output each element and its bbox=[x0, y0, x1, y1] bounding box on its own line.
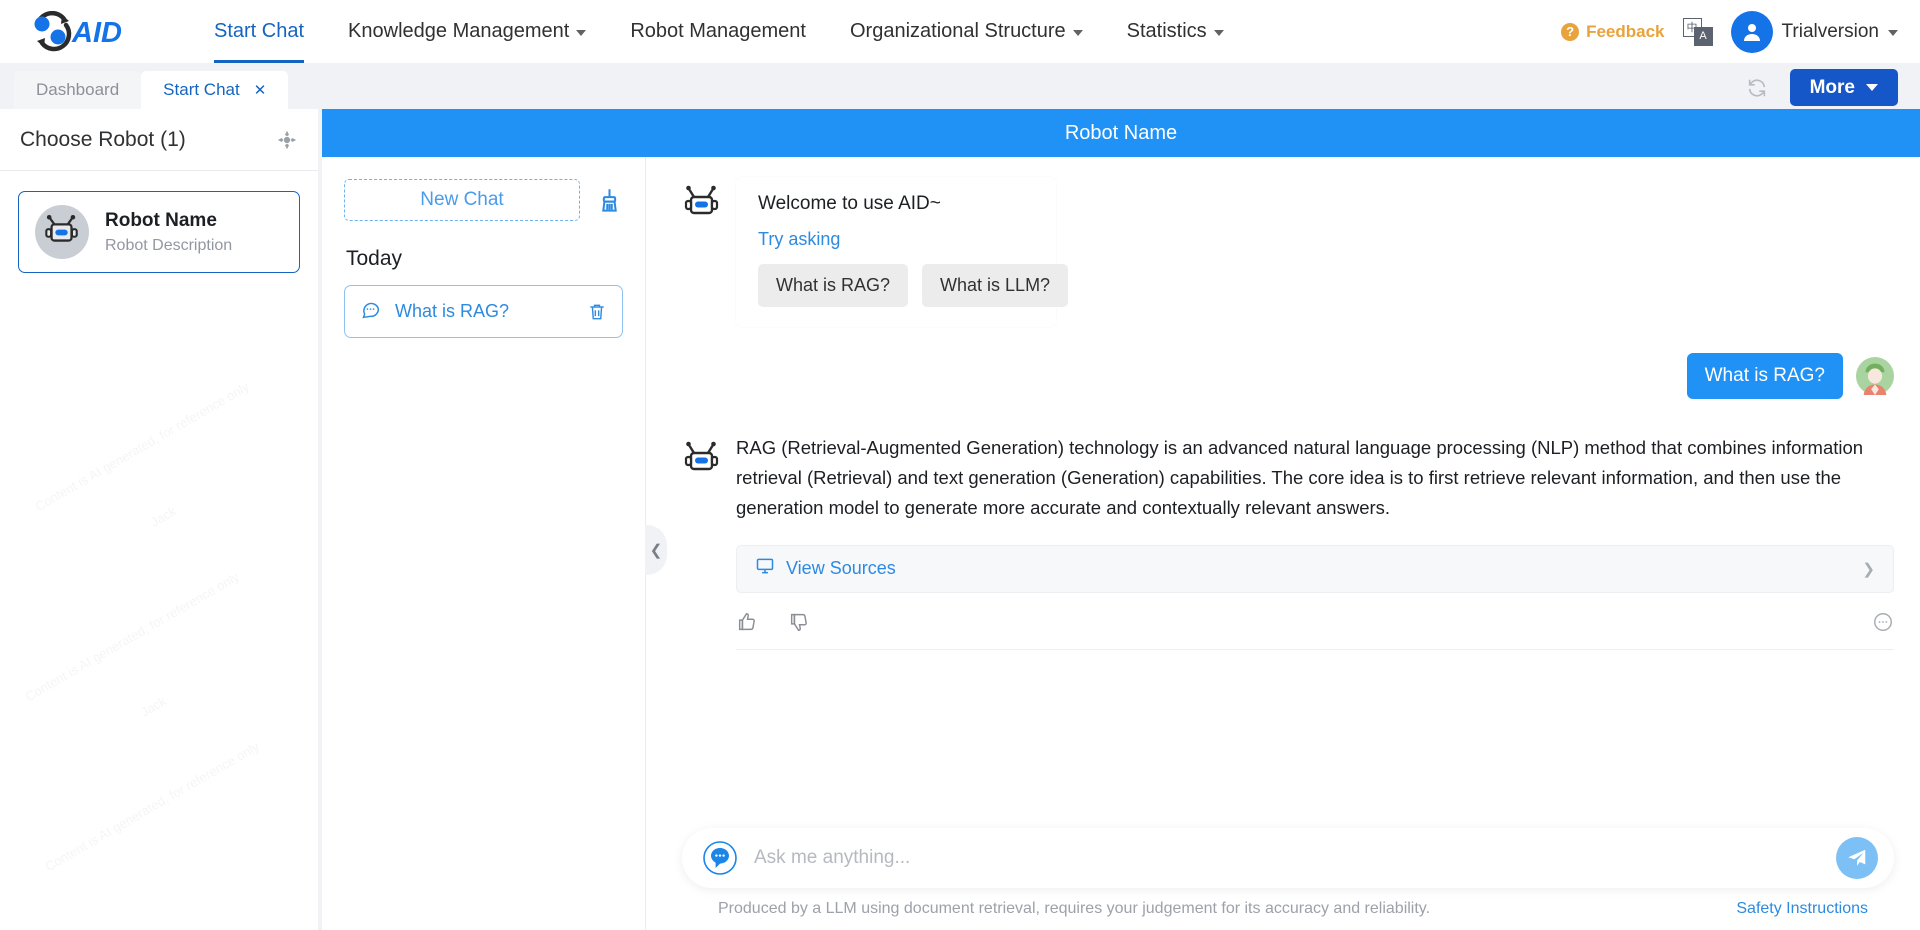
watermark-text: Content is AI generated, for reference o… bbox=[23, 569, 242, 704]
nav-label: Statistics bbox=[1126, 20, 1207, 42]
tab-bar-actions: More bbox=[1746, 69, 1898, 109]
thumbs-down-icon[interactable] bbox=[788, 611, 810, 633]
tab-label: Start Chat bbox=[163, 80, 240, 99]
bot-avatar-icon bbox=[682, 183, 722, 223]
robot-card[interactable]: Robot Name Robot Description bbox=[18, 191, 300, 273]
more-button[interactable]: More bbox=[1789, 69, 1898, 106]
chat-column: Robot Name New Chat Today What is RAG? ❮… bbox=[318, 109, 1920, 930]
bot-avatar-icon bbox=[682, 439, 722, 479]
feedback-label: Feedback bbox=[1586, 21, 1665, 41]
user-name-label: Trialversion bbox=[1781, 20, 1880, 42]
tab-bar: Dashboard Start Chat ✕ More bbox=[0, 63, 1920, 109]
user-message-row: What is RAG? bbox=[682, 353, 1894, 399]
chevron-down-icon bbox=[1888, 29, 1898, 36]
watermark-text: Jack bbox=[138, 693, 169, 719]
target-icon[interactable] bbox=[276, 129, 298, 151]
history-item[interactable]: What is RAG? bbox=[344, 285, 623, 338]
try-asking-label: Try asking bbox=[758, 229, 841, 249]
clear-all-icon[interactable] bbox=[596, 187, 623, 214]
refresh-icon[interactable] bbox=[1746, 77, 1768, 99]
robot-card-text: Robot Name Robot Description bbox=[105, 210, 232, 255]
question-mark-icon: ? bbox=[1561, 22, 1580, 41]
nav-right-group: ? Feedback 中 A Trialversion bbox=[1561, 10, 1898, 53]
view-sources-bar[interactable]: View Sources ❯ bbox=[736, 544, 1894, 593]
chevron-down-icon bbox=[1072, 29, 1083, 36]
user-avatar bbox=[1856, 357, 1894, 395]
composer-footer: Produced by a LLM using document retriev… bbox=[682, 888, 1894, 930]
conversation-history-panel: New Chat Today What is RAG? bbox=[322, 157, 646, 930]
safety-instructions-link[interactable]: Safety Instructions bbox=[1736, 900, 1868, 918]
feedback-button[interactable]: ? Feedback bbox=[1561, 21, 1665, 42]
chevron-down-icon[interactable]: ❯ bbox=[1862, 560, 1875, 578]
watermark-text: Content is AI generated, for reference o… bbox=[43, 739, 262, 874]
message-composer bbox=[682, 828, 1894, 888]
send-button[interactable] bbox=[1836, 837, 1878, 879]
nav-item-knowledge-management[interactable]: Knowledge Management bbox=[326, 0, 608, 63]
message-list: Welcome to use AID~ Try asking What is R… bbox=[646, 157, 1920, 828]
nav-item-robot-management[interactable]: Robot Management bbox=[608, 0, 828, 63]
top-navigation-bar: AID Start Chat Knowledge Management Robo… bbox=[0, 0, 1920, 63]
more-label: More bbox=[1809, 76, 1855, 98]
chat-bubble-icon bbox=[360, 299, 381, 325]
suggestion-chip[interactable]: What is LLM? bbox=[922, 264, 1069, 307]
robot-panel-header: Choose Robot (1) bbox=[0, 109, 318, 171]
close-icon[interactable]: ✕ bbox=[254, 81, 267, 99]
assistant-message-row: RAG (Retrieval-Augmented Generation) tec… bbox=[682, 433, 1894, 650]
user-avatar-icon bbox=[1730, 10, 1773, 53]
nav-label: Knowledge Management bbox=[348, 20, 570, 42]
nav-item-start-chat[interactable]: Start Chat bbox=[192, 0, 326, 63]
language-latin-glyph: A bbox=[1693, 26, 1713, 46]
monitor-icon bbox=[755, 556, 775, 581]
chat-inner: New Chat Today What is RAG? ❮ Welcome to… bbox=[322, 157, 1920, 930]
chat-bubble-icon[interactable] bbox=[702, 840, 738, 876]
nav-item-organizational-structure[interactable]: Organizational Structure bbox=[828, 0, 1105, 63]
logo-text: AID bbox=[71, 17, 122, 49]
message-feedback-row bbox=[736, 611, 1894, 650]
new-chat-button[interactable]: New Chat bbox=[344, 179, 580, 221]
nav-label: Robot Management bbox=[630, 20, 806, 42]
tab-start-chat[interactable]: Start Chat ✕ bbox=[141, 71, 289, 109]
assistant-answer-block: RAG (Retrieval-Augmented Generation) tec… bbox=[736, 433, 1894, 650]
history-group-label: Today bbox=[346, 247, 403, 270]
tab-dashboard[interactable]: Dashboard bbox=[14, 71, 142, 109]
chevron-down-icon bbox=[1213, 29, 1224, 36]
history-item-label: What is RAG? bbox=[395, 301, 510, 321]
watermark-text: Jack bbox=[148, 503, 179, 529]
view-sources-label: View Sources bbox=[786, 558, 896, 579]
welcome-message-row: Welcome to use AID~ Try asking What is R… bbox=[682, 177, 1894, 327]
nav-item-statistics[interactable]: Statistics bbox=[1105, 0, 1246, 63]
chevron-down-icon bbox=[576, 29, 587, 36]
page-body: Choose Robot (1) Robot Name Robot Descri… bbox=[0, 109, 1920, 930]
robot-card-name: Robot Name bbox=[105, 209, 217, 231]
robot-card-description: Robot Description bbox=[105, 236, 233, 254]
tab-label: Dashboard bbox=[36, 80, 120, 99]
thumbs-up-icon[interactable] bbox=[736, 611, 758, 633]
message-more-options-icon[interactable] bbox=[1872, 611, 1894, 633]
main-nav-items: Start Chat Knowledge Management Robot Ma… bbox=[192, 0, 1246, 63]
chat-header-title: Robot Name bbox=[322, 109, 1920, 157]
assistant-answer-text: RAG (Retrieval-Augmented Generation) tec… bbox=[736, 437, 1864, 518]
nav-label: Start Chat bbox=[214, 20, 305, 42]
robot-chooser-panel: Choose Robot (1) Robot Name Robot Descri… bbox=[0, 109, 318, 930]
suggestion-chips: What is RAG? What is LLM? bbox=[758, 264, 1069, 307]
watermark-text: Content is AI generated, for reference o… bbox=[33, 379, 252, 514]
chevron-down-icon bbox=[1866, 84, 1878, 91]
aid-logo[interactable]: AID bbox=[28, 10, 156, 53]
language-switch-icon[interactable]: 中 A bbox=[1682, 17, 1713, 46]
robot-avatar-icon bbox=[35, 205, 89, 259]
choose-robot-title: Choose Robot (1) bbox=[20, 127, 186, 151]
message-input[interactable] bbox=[754, 847, 1820, 869]
suggestion-chip[interactable]: What is RAG? bbox=[758, 264, 909, 307]
disclaimer-text: Produced by a LLM using document retriev… bbox=[718, 900, 1431, 917]
welcome-bubble: Welcome to use AID~ Try asking What is R… bbox=[736, 177, 1069, 327]
composer-wrapper: Produced by a LLM using document retriev… bbox=[646, 828, 1920, 930]
delete-icon[interactable] bbox=[587, 302, 607, 322]
welcome-greeting: Welcome to use AID~ bbox=[758, 193, 941, 214]
user-message-bubble: What is RAG? bbox=[1686, 353, 1843, 399]
nav-label: Organizational Structure bbox=[849, 20, 1066, 42]
user-menu[interactable]: Trialversion bbox=[1730, 10, 1898, 53]
history-actions: New Chat bbox=[344, 179, 623, 221]
message-area: ❮ Welcome to use AID~ Try asking What is… bbox=[645, 157, 1920, 930]
